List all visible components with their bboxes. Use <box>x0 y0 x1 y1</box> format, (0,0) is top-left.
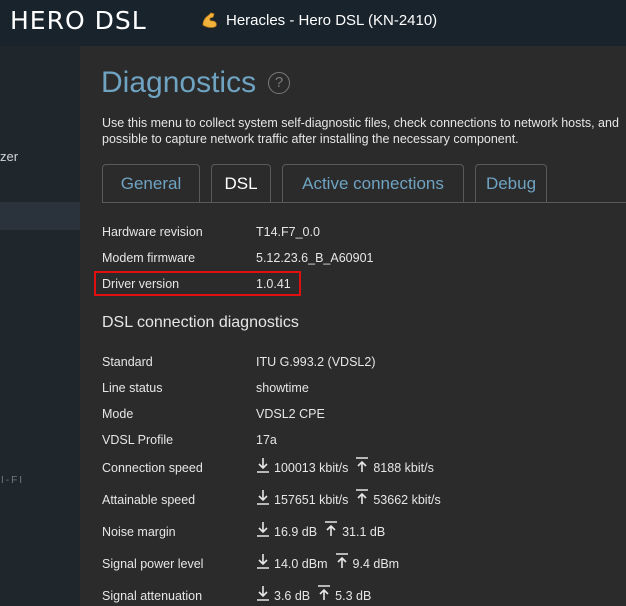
dsl-label: Connection speed <box>102 461 203 475</box>
upload-arrow-icon <box>356 489 369 504</box>
dsl-row-mode: Mode VDSL2 CPE <box>102 404 325 424</box>
page-title: Diagnostics ? <box>101 66 291 100</box>
tab-dsl[interactable]: DSL <box>211 164 271 202</box>
upload-arrow-icon <box>325 521 338 536</box>
downstream-value: 100013 kbit/s <box>274 461 349 475</box>
dsl-row-standard: Standard ITU G.993.2 (VDSL2) <box>102 352 376 372</box>
sidebar-section-label: I-FI <box>1 475 24 486</box>
sidebar-item-partial[interactable]: zer <box>0 149 80 169</box>
tabs-divider <box>102 202 626 203</box>
dsl-label: Noise margin <box>102 525 176 539</box>
downstream-value: 14.0 dBm <box>274 557 328 571</box>
dsl-label: Line status <box>102 381 163 395</box>
info-value: 5.12.23.6_B_A60901 <box>256 251 374 265</box>
dsl-row-signal-attenuation: Signal attenuation 3.6 dB 5.3 dB <box>102 585 372 606</box>
downstream-value: 3.6 dB <box>274 589 311 603</box>
info-row-hardware-revision: Hardware revision T14.F7_0.0 <box>102 222 320 242</box>
dsl-value: 3.6 dB 5.3 dB <box>256 585 372 604</box>
downstream-value: 16.9 dB <box>274 525 318 539</box>
dsl-value: 14.0 dBm 9.4 dBm <box>256 553 400 572</box>
download-arrow-icon <box>257 490 269 505</box>
dsl-label: Standard <box>102 355 153 369</box>
page-description: Use this menu to collect system self-dia… <box>102 115 626 147</box>
device-title-text: Heracles - Hero DSL (KN-2410) <box>226 11 438 29</box>
tab-active-connections[interactable]: Active connections <box>282 164 464 202</box>
upload-arrow-icon <box>335 553 348 568</box>
brand-logo[interactable]: HERO DSL <box>10 6 147 35</box>
section-title-dsl-diagnostics: DSL connection diagnostics <box>102 314 299 331</box>
dsl-value: 157651 kbit/s 53662 kbit/s <box>256 489 441 508</box>
dsl-value: ITU G.993.2 (VDSL2) <box>256 355 376 369</box>
info-label: Modem firmware <box>102 251 196 265</box>
tab-general[interactable]: General <box>102 164 200 202</box>
upstream-value: 31.1 dB <box>342 525 386 539</box>
description-line-2: possible to capture network traffic afte… <box>102 132 519 146</box>
dsl-value: showtime <box>256 381 309 395</box>
upstream-value: 5.3 dB <box>335 589 372 603</box>
dsl-row-attainable-speed: Attainable speed 157651 kbit/s 53662 kbi… <box>102 489 441 510</box>
help-icon[interactable]: ? <box>268 72 291 94</box>
dsl-label: VDSL Profile <box>102 433 174 447</box>
dsl-label: Mode <box>102 407 134 421</box>
download-arrow-icon <box>257 554 269 569</box>
tab-bar: General DSL Active connections Debug <box>102 164 558 202</box>
info-value: T14.F7_0.0 <box>256 225 320 239</box>
info-label: Hardware revision <box>102 225 203 239</box>
sidebar-item-selected[interactable] <box>0 202 80 230</box>
dsl-label: Attainable speed <box>102 493 196 507</box>
dsl-value: VDSL2 CPE <box>256 407 325 421</box>
upstream-value: 8188 kbit/s <box>373 461 434 475</box>
dsl-value: 100013 kbit/s 8188 kbit/s <box>256 457 434 476</box>
download-arrow-icon <box>257 458 269 473</box>
dsl-row-noise-margin: Noise margin 16.9 dB 31.1 dB <box>102 521 386 542</box>
dsl-label: Signal power level <box>102 557 204 571</box>
sidebar: zer I-FI <box>0 46 80 606</box>
upstream-value: 53662 kbit/s <box>373 493 441 507</box>
upstream-value: 9.4 dBm <box>352 557 400 571</box>
dsl-row-connection-speed: Connection speed 100013 kbit/s 8188 kbit… <box>102 457 434 478</box>
info-row-modem-firmware: Modem firmware 5.12.23.6_B_A60901 <box>102 248 373 268</box>
top-bar: HERO DSL Heracles - Hero DSL (KN-2410) <box>0 0 626 46</box>
tab-debug[interactable]: Debug <box>475 164 547 202</box>
download-arrow-icon <box>257 586 269 601</box>
main-content: Diagnostics ? Use this menu to collect s… <box>80 46 626 606</box>
dsl-value: 17a <box>256 433 277 447</box>
flexed-biceps-icon <box>202 12 217 28</box>
download-arrow-icon <box>257 522 269 537</box>
dsl-row-line-status: Line status showtime <box>102 378 309 398</box>
sidebar-item-label: zer <box>0 149 19 164</box>
device-title: Heracles - Hero DSL (KN-2410) <box>200 10 437 30</box>
dsl-label: Signal attenuation <box>102 589 203 603</box>
downstream-value: 157651 kbit/s <box>274 493 349 507</box>
dsl-row-signal-power-level: Signal power level 14.0 dBm 9.4 dBm <box>102 553 400 574</box>
highlight-box <box>94 271 301 296</box>
description-line-1: Use this menu to collect system self-dia… <box>102 116 619 130</box>
page-title-text: Diagnostics <box>101 66 257 99</box>
dsl-value: 16.9 dB 31.1 dB <box>256 521 386 540</box>
upload-arrow-icon <box>318 585 331 600</box>
dsl-row-vdsl-profile: VDSL Profile 17a <box>102 430 277 450</box>
upload-arrow-icon <box>356 457 369 472</box>
